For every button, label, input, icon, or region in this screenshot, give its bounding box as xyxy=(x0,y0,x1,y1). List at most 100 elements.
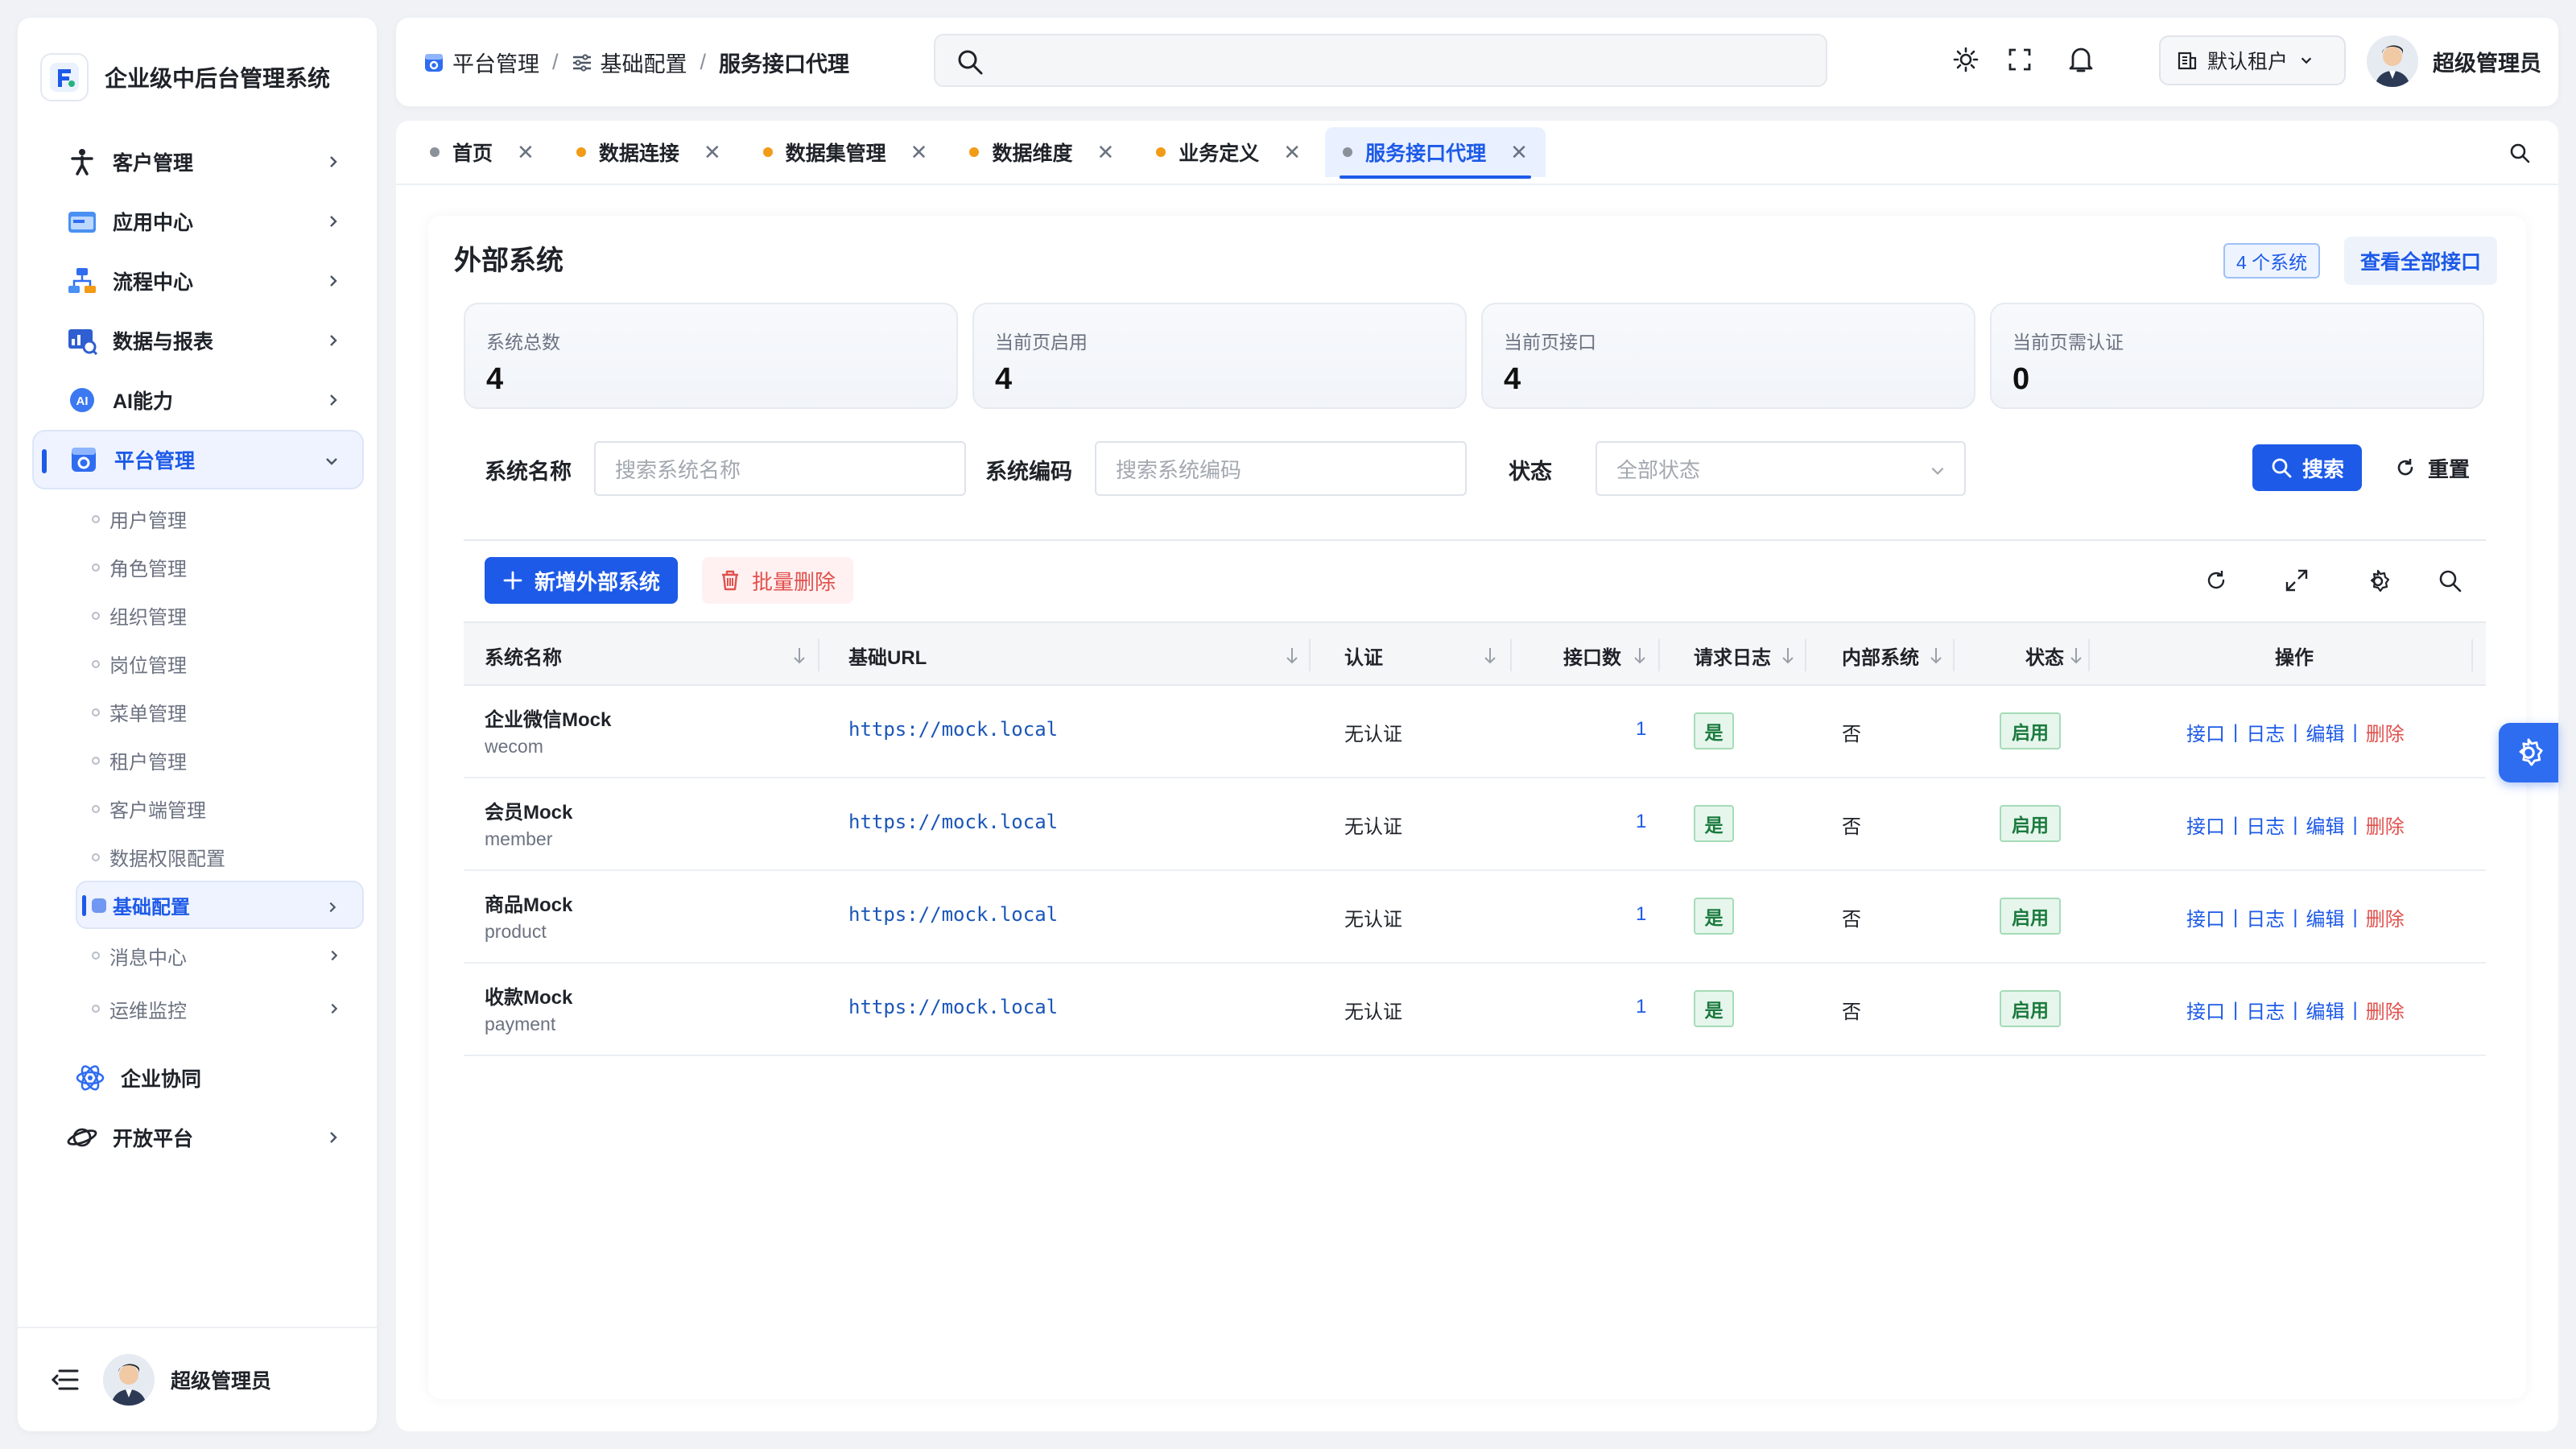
status-select[interactable]: 全部状态 xyxy=(1596,441,1966,496)
sort-icon[interactable] xyxy=(1927,646,1945,665)
tab-dimension[interactable]: 数据维度 ✕ xyxy=(952,127,1132,177)
table-row[interactable]: 会员Mock member https://mock.local 无认证 1 是… xyxy=(464,778,2486,871)
close-icon[interactable]: ✕ xyxy=(910,140,928,165)
base-url[interactable]: https://mock.local xyxy=(848,718,1058,741)
global-search-input[interactable] xyxy=(934,34,1827,87)
base-url[interactable]: https://mock.local xyxy=(848,811,1058,833)
edit-link[interactable]: 编辑 xyxy=(2306,718,2344,746)
refresh-icon[interactable] xyxy=(2204,568,2228,592)
settings-icon[interactable] xyxy=(2365,568,2391,594)
close-icon[interactable]: ✕ xyxy=(1283,140,1301,165)
submenu-item-org[interactable]: 组织管理 xyxy=(32,591,364,639)
collapse-menu-icon[interactable] xyxy=(52,1368,79,1392)
edit-link[interactable]: 编辑 xyxy=(2306,996,2344,1024)
breadcrumb-item[interactable]: 基础配置 xyxy=(572,47,687,78)
add-external-system-button[interactable]: 新增外部系统 xyxy=(485,557,679,604)
sidebar-item-open-platform[interactable]: 开放平台 xyxy=(32,1108,364,1167)
sort-icon[interactable] xyxy=(1779,646,1797,665)
column-header-status[interactable]: 状态 xyxy=(2025,623,2064,687)
log-link[interactable]: 日志 xyxy=(2246,903,2285,931)
submenu-item-roles[interactable]: 角色管理 xyxy=(32,543,364,591)
column-header-request-log[interactable]: 请求日志 xyxy=(1694,623,1771,687)
sidebar-item-ai[interactable]: AI AI能力 xyxy=(32,370,364,430)
edit-link[interactable]: 编辑 xyxy=(2306,811,2344,839)
tab-home[interactable]: 首页 ✕ xyxy=(412,127,552,177)
bell-icon[interactable] xyxy=(2067,45,2095,74)
column-header-api-count[interactable]: 接口数 xyxy=(1563,623,1621,687)
api-link[interactable]: 接口 xyxy=(2186,996,2225,1024)
api-count[interactable]: 1 xyxy=(1636,996,1646,1018)
log-link[interactable]: 日志 xyxy=(2246,811,2285,839)
tab-service-proxy[interactable]: 服务接口代理 ✕ xyxy=(1325,127,1546,179)
column-header-url[interactable]: 基础URL xyxy=(848,623,927,687)
api-count[interactable]: 1 xyxy=(1636,718,1646,741)
chevron-right-icon xyxy=(331,1003,338,1014)
system-name-input[interactable]: 搜索系统名称 xyxy=(594,441,966,496)
close-icon[interactable]: ✕ xyxy=(1096,140,1114,165)
sidebar-item-customer[interactable]: 客户管理 xyxy=(32,132,364,192)
api-count[interactable]: 1 xyxy=(1636,811,1646,833)
delete-link[interactable]: 删除 xyxy=(2366,811,2405,839)
submenu-item-basic-config[interactable]: 基础配置 xyxy=(76,881,364,929)
table-row[interactable]: 商品Mock product https://mock.local 无认证 1 … xyxy=(464,871,2486,964)
expand-icon[interactable] xyxy=(2285,568,2309,592)
sort-icon[interactable] xyxy=(1481,646,1499,665)
breadcrumb-item[interactable]: 平台管理 xyxy=(423,47,539,78)
app-logo[interactable]: 企业级中后台管理系统 xyxy=(40,37,330,118)
delete-link[interactable]: 删除 xyxy=(2366,996,2405,1024)
api-link[interactable]: 接口 xyxy=(2186,811,2225,839)
close-icon[interactable]: ✕ xyxy=(1510,140,1528,165)
sort-icon[interactable] xyxy=(1283,646,1301,665)
sidebar-item-collab[interactable]: 企业协同 xyxy=(32,1048,364,1108)
tab-search-icon[interactable] xyxy=(2508,142,2531,164)
table-row[interactable]: 企业微信Mock wecom https://mock.local 无认证 1 … xyxy=(464,686,2486,778)
batch-delete-button[interactable]: 批量删除 xyxy=(702,557,854,604)
column-header-internal[interactable]: 内部系统 xyxy=(1842,623,1919,687)
submenu-item-ops-monitor[interactable]: 运维监控 xyxy=(32,982,364,1035)
search-button[interactable]: 搜索 xyxy=(2252,444,2363,491)
sort-icon[interactable] xyxy=(1631,646,1649,665)
log-link[interactable]: 日志 xyxy=(2246,718,2285,746)
fullscreen-icon[interactable] xyxy=(2008,47,2032,72)
column-header-auth[interactable]: 认证 xyxy=(1344,623,1383,687)
submenu-item-messages[interactable]: 消息中心 xyxy=(32,929,364,982)
base-url[interactable]: https://mock.local xyxy=(848,903,1058,926)
sidebar-item-reports[interactable]: 数据与报表 xyxy=(32,311,364,370)
column-header-name[interactable]: 系统名称 xyxy=(485,623,562,687)
api-link[interactable]: 接口 xyxy=(2186,718,2225,746)
submenu-item-tenants[interactable]: 租户管理 xyxy=(32,736,364,784)
close-icon[interactable]: ✕ xyxy=(517,140,535,165)
tenant-select[interactable]: 默认租户 xyxy=(2159,35,2346,85)
tab-business-definition[interactable]: 业务定义 ✕ xyxy=(1138,127,1319,177)
tab-dataset[interactable]: 数据集管理 ✕ xyxy=(745,127,946,177)
search-icon[interactable] xyxy=(2438,568,2462,592)
submenu-item-positions[interactable]: 岗位管理 xyxy=(32,639,364,687)
close-icon[interactable]: ✕ xyxy=(704,140,721,165)
sun-icon[interactable] xyxy=(1953,47,1979,72)
system-code-input[interactable]: 搜索系统编码 xyxy=(1095,441,1467,496)
avatar[interactable] xyxy=(103,1354,155,1406)
user-menu[interactable]: 超级管理员 xyxy=(2367,35,2541,87)
column-divider xyxy=(2088,639,2090,671)
sort-icon[interactable] xyxy=(791,646,808,665)
delete-link[interactable]: 删除 xyxy=(2366,903,2405,931)
api-link[interactable]: 接口 xyxy=(2186,903,2225,931)
sidebar-item-platform[interactable]: 平台管理 xyxy=(32,430,364,489)
table-row[interactable]: 收款Mock payment https://mock.local 无认证 1 … xyxy=(464,964,2486,1056)
api-count[interactable]: 1 xyxy=(1636,903,1646,926)
reset-button[interactable]: 重置 xyxy=(2394,444,2470,491)
sidebar-item-apps[interactable]: 应用中心 xyxy=(32,192,364,251)
sidebar-item-flow[interactable]: 流程中心 xyxy=(32,251,364,311)
submenu-item-data-permission[interactable]: 数据权限配置 xyxy=(32,832,364,881)
edit-link[interactable]: 编辑 xyxy=(2306,903,2344,931)
submenu-item-users[interactable]: 用户管理 xyxy=(32,494,364,543)
floating-settings-button[interactable] xyxy=(2499,723,2558,782)
log-link[interactable]: 日志 xyxy=(2246,996,2285,1024)
delete-link[interactable]: 删除 xyxy=(2366,718,2405,746)
submenu-item-menus[interactable]: 菜单管理 xyxy=(32,687,364,736)
tab-data-connection[interactable]: 数据连接 ✕ xyxy=(559,127,739,177)
submenu-item-clients[interactable]: 客户端管理 xyxy=(32,784,364,832)
base-url[interactable]: https://mock.local xyxy=(848,996,1058,1018)
view-all-apis-button[interactable]: 查看全部接口 xyxy=(2344,237,2498,285)
sort-icon[interactable] xyxy=(2067,646,2085,665)
